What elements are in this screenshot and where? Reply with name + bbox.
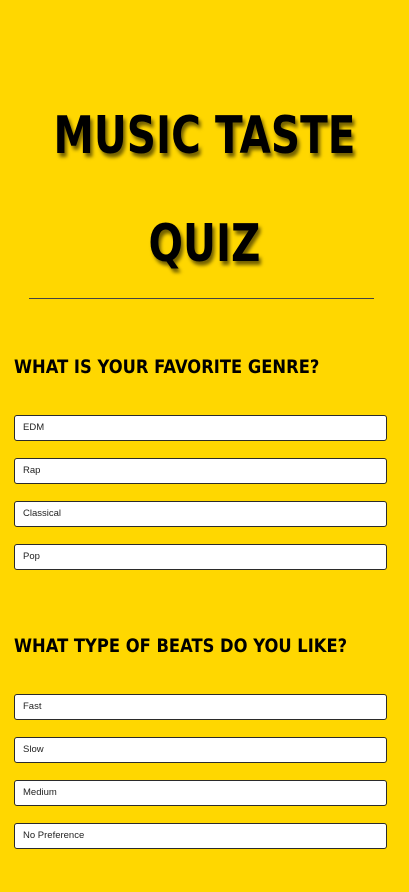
title-line-2: QUIZ	[148, 214, 261, 274]
question-prompt: WHAT TYPE OF BEATS DO YOU LIKE?	[14, 635, 348, 657]
option-edm[interactable]: EDM	[14, 415, 387, 441]
option-fast[interactable]: Fast	[14, 694, 387, 720]
title-line-1: MUSIC TASTE	[53, 106, 356, 166]
option-no-preference[interactable]: No Preference	[14, 823, 387, 849]
option-medium[interactable]: Medium	[14, 780, 387, 806]
question-prompt: WHAT IS YOUR FAVORITE GENRE?	[14, 356, 320, 378]
option-classical[interactable]: Classical	[14, 501, 387, 527]
title-divider	[29, 298, 374, 299]
option-pop[interactable]: Pop	[14, 544, 387, 570]
option-slow[interactable]: Slow	[14, 737, 387, 763]
option-rap[interactable]: Rap	[14, 458, 387, 484]
